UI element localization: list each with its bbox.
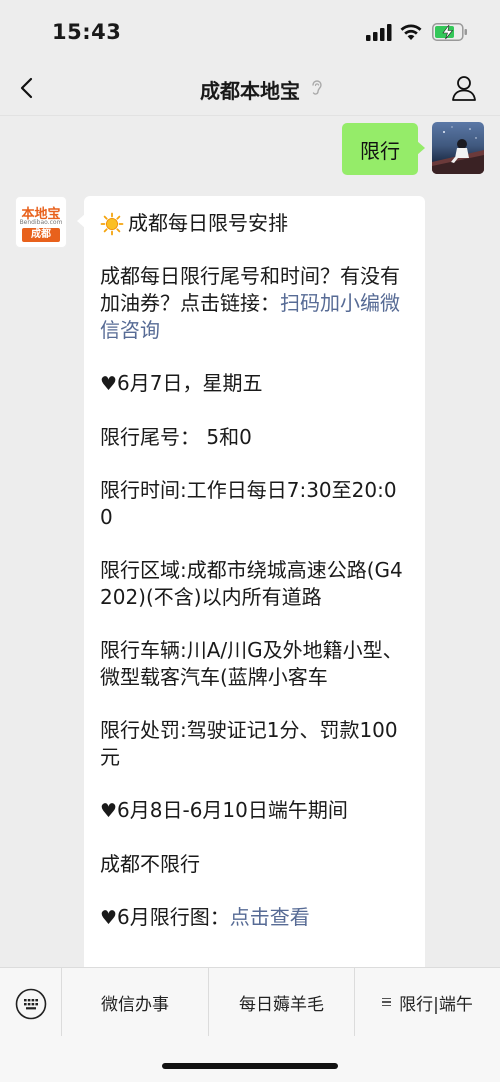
menu-daily-deals-label: 每日薅羊毛 (239, 994, 324, 1015)
penalty-line: 限行处罚:驾驶证记1分、罚款100元 (100, 718, 398, 769)
menu-restriction-festival-label: 限行|端午 (399, 994, 473, 1015)
chat-title: 成都本地宝 (200, 79, 300, 103)
heart-icon: ♥ (100, 800, 118, 822)
menu-wechat-services-label: 微信办事 (101, 994, 169, 1015)
nav-bar: 成都本地宝 (0, 62, 500, 116)
restriction-area-line: 限行区域:成都市绕城高速公路(G4202)(不含)以内所有道路 (100, 558, 403, 609)
wifi-icon (400, 24, 422, 40)
avatar-illustration (432, 126, 484, 174)
message-title: 成都每日限号安排 (128, 211, 288, 235)
date-line: ♥6月7日，星期五 (100, 370, 409, 398)
bottom-menu-bar: 微信办事 每日薅羊毛 限行|端午 (0, 967, 500, 1082)
home-indicator[interactable] (162, 1063, 338, 1069)
status-bar: 15:43 (0, 0, 500, 62)
no-restriction-line: 成都不限行 (100, 852, 200, 876)
map-prefix-text: 6月限行图： (117, 905, 230, 929)
keyboard-toggle-button[interactable] (0, 968, 62, 1036)
logo-city-text: 成都 (22, 228, 60, 242)
sun-icon (100, 212, 124, 235)
tail-number-line: 限行尾号： 5和0 (100, 425, 252, 449)
menu-daily-deals[interactable]: 每日薅羊毛 (208, 968, 354, 1036)
logo-domain-text: Bendibao.com (19, 219, 63, 226)
official-account-avatar[interactable]: 本地宝 Bendibao.com 成都 (15, 196, 67, 248)
restricted-vehicles-line: 限行车辆:川A/川G及外地籍小型、微型载客汽车(蓝牌小客车 (100, 638, 403, 689)
heart-icon: ♥ (100, 373, 118, 395)
heart-icon: ♥ (100, 907, 118, 929)
my-avatar[interactable] (432, 122, 484, 174)
intro-paragraph: 成都每日限行尾号和时间？有没有加油券？点击链接：扫码加小编微信咨询 (100, 263, 409, 344)
holiday-line: ♥6月8日-6月10日端午期间 (100, 797, 409, 825)
cellular-signal-icon (366, 24, 392, 41)
status-time: 15:43 (52, 20, 122, 44)
menu-restriction-festival[interactable]: 限行|端午 (354, 968, 500, 1036)
date-text: 6月7日，星期五 (117, 371, 263, 395)
ear-listen-icon (312, 80, 322, 95)
holiday-text: 6月8日-6月10日端午期间 (117, 798, 348, 822)
battery-charging-icon (432, 23, 467, 41)
view-map-link[interactable]: 点击查看 (230, 905, 310, 929)
submenu-lines-icon (382, 996, 392, 1009)
menu-wechat-services[interactable]: 微信办事 (62, 968, 208, 1036)
received-message-bubble[interactable]: 成都每日限号安排 成都每日限行尾号和时间？有没有加油券？点击链接：扫码加小编微信… (77, 196, 425, 967)
sent-message-bubble[interactable]: 限行 (342, 123, 425, 175)
restriction-time-line: 限行时间:工作日每日7:30至20:00 (100, 478, 397, 529)
monthly-map-line: ♥6月限行图：点击查看 (100, 904, 409, 932)
profile-icon[interactable] (450, 74, 478, 102)
chat-area[interactable]: 限行 本地宝 Bendibao.com 成都 成都每日限号安排 成都每日限行尾号… (0, 117, 500, 967)
sent-message-text: 限行 (360, 138, 400, 163)
keyboard-icon (15, 988, 47, 1020)
